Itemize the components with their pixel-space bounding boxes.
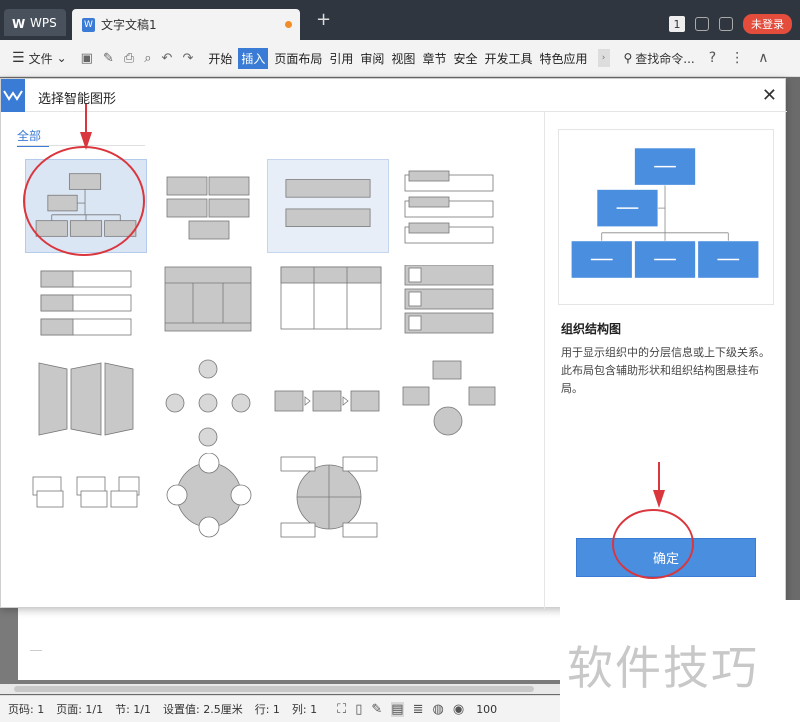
print-preview-icon[interactable]: ⌕ — [144, 51, 151, 66]
graphic-basic-process[interactable] — [273, 357, 395, 451]
unsaved-dot-icon — [285, 21, 292, 28]
tab-review[interactable]: 审阅 — [359, 48, 385, 69]
graphic-perspective-panels[interactable] — [25, 357, 147, 451]
tab-security[interactable]: 安全 — [452, 48, 478, 69]
page-count[interactable]: 页面: 1/1 — [56, 701, 103, 717]
redo-icon[interactable]: ↷ — [182, 51, 193, 66]
login-button[interactable]: 未登录 — [743, 14, 792, 34]
format-painter-icon[interactable]: ✎ — [103, 51, 114, 66]
horizontal-scrollbar[interactable] — [0, 684, 560, 694]
document-page[interactable] — [18, 608, 560, 680]
margin-mark — [30, 650, 42, 651]
graphic-picture-list[interactable] — [399, 264, 521, 359]
tab-sections[interactable]: 章节 — [421, 48, 447, 69]
wps-dialog-logo-icon — [1, 79, 25, 112]
ribbon-tabs: 开始 插入 页面布局 引用 审阅 视图 章节 安全 开发工具 特色应用 › — [207, 47, 610, 69]
confirm-button[interactable]: 确定 — [576, 538, 756, 577]
wps-logo-icon: W — [12, 16, 26, 31]
page-number[interactable]: 页码: 1 — [8, 701, 44, 717]
fullscreen-icon[interactable]: ⛶ — [337, 702, 346, 717]
window-count-badge[interactable]: 1 — [669, 16, 685, 32]
chevron-down-icon: ⌄ — [56, 51, 67, 65]
graphic-column-list[interactable] — [279, 265, 401, 359]
graphic-step-process[interactable] — [25, 453, 147, 547]
tab-page-layout[interactable]: 页面布局 — [273, 48, 323, 69]
graphic-cycle-matrix[interactable] — [279, 453, 401, 547]
row-indicator: 行: 1 — [254, 703, 280, 716]
category-divider — [17, 145, 145, 146]
document-icon: W — [82, 17, 95, 32]
skin-icon[interactable] — [695, 17, 709, 31]
file-menu[interactable]: ☰ 文件 ⌄ — [12, 50, 67, 67]
document-tab[interactable]: W 文字文稿1 — [72, 9, 300, 40]
print-icon[interactable]: ⎙ — [124, 51, 134, 66]
section-count[interactable]: 节: 1/1 — [115, 701, 151, 717]
more-options-button[interactable]: ⋮ — [730, 50, 744, 66]
tab-insert[interactable]: 插入 — [238, 47, 269, 69]
reading-mode-icon[interactable]: ▯ — [355, 702, 362, 717]
watermark-text: 软件技巧 — [567, 641, 759, 695]
graphic-org-chart[interactable] — [25, 159, 147, 253]
title-bar: W WPS W 文字文稿1 + 1 未登录 — [0, 0, 800, 40]
tab-home[interactable]: 开始 — [207, 48, 233, 69]
scrollbar-thumb[interactable] — [14, 686, 534, 692]
preview-description: 用于显示组织中的分层信息或上下级关系。此布局包含辅助形状和组织结构图悬挂布局。 — [561, 346, 770, 395]
tab-special[interactable]: 特色应用 — [538, 48, 588, 69]
hamburger-icon: ☰ — [12, 50, 25, 66]
menu-bar: ☰ 文件 ⌄ ▣ ✎ ⎙ ⌕ ↶ ↷ 开始 插入 页面布局 引用 审阅 视图 章… — [0, 40, 800, 77]
search-icon: ⚲ — [623, 51, 633, 65]
column-indicator: 列: 1 — [291, 703, 318, 716]
graphic-circle-hub[interactable] — [161, 452, 283, 547]
collapse-ribbon-button[interactable]: ∧ — [758, 50, 768, 66]
smart-art-dialog: 选择智能图形 ✕ 全部 组织结构图 用于显示组织中的分层信息或上下级关系。此布局… — [0, 78, 787, 609]
outline-view-icon[interactable]: ≣ — [413, 702, 424, 717]
tab-view[interactable]: 视图 — [390, 48, 416, 69]
category-all-tab[interactable]: 全部 — [17, 127, 49, 147]
dialog-title: 选择智能图形 — [38, 92, 117, 107]
close-icon[interactable]: ✕ — [762, 85, 777, 106]
help-button[interactable]: ? — [709, 50, 716, 66]
graphic-stacked-list[interactable] — [267, 159, 389, 253]
zoom-level[interactable]: 100 — [476, 703, 497, 716]
dialog-header: 选择智能图形 ✕ — [1, 79, 787, 112]
graphic-block-list[interactable] — [161, 159, 283, 253]
setting-value[interactable]: 设置值: 2.5厘米 — [163, 701, 243, 717]
preview-title: 组织结构图 — [561, 322, 622, 336]
eye-protection-icon[interactable]: ◉ — [453, 702, 464, 717]
page-view-icon[interactable]: ▤ — [391, 701, 404, 717]
graphic-converging-arrows[interactable] — [399, 357, 521, 451]
file-menu-label: 文件 — [28, 51, 53, 66]
tab-references[interactable]: 引用 — [328, 48, 354, 69]
command-search[interactable]: ⚲ 查找命令... — [624, 50, 695, 67]
graphic-matrix-table[interactable] — [161, 265, 283, 359]
graphic-vertical-list[interactable] — [399, 159, 521, 253]
wps-tab-label: WPS — [30, 15, 57, 30]
document-tab-label: 文字文稿1 — [101, 18, 157, 32]
command-search-label: 查找命令... — [635, 51, 695, 66]
shirt-icon[interactable] — [719, 17, 733, 31]
pen-icon[interactable]: ✎ — [371, 702, 382, 717]
preview-panel — [558, 129, 774, 305]
save-icon[interactable]: ▣ — [81, 51, 93, 66]
web-view-icon[interactable]: ◍ — [433, 702, 444, 717]
graphic-grid — [1, 149, 546, 609]
undo-icon[interactable]: ↶ — [162, 51, 173, 66]
panel-divider — [544, 112, 545, 609]
tab-developer[interactable]: 开发工具 — [483, 48, 533, 69]
new-tab-button[interactable]: + — [316, 11, 331, 29]
wps-home-tab[interactable]: W WPS — [4, 9, 66, 36]
graphic-radial-cycle[interactable] — [161, 357, 283, 451]
more-tabs-icon[interactable]: › — [597, 49, 610, 67]
graphic-horizontal-list[interactable] — [25, 265, 147, 359]
